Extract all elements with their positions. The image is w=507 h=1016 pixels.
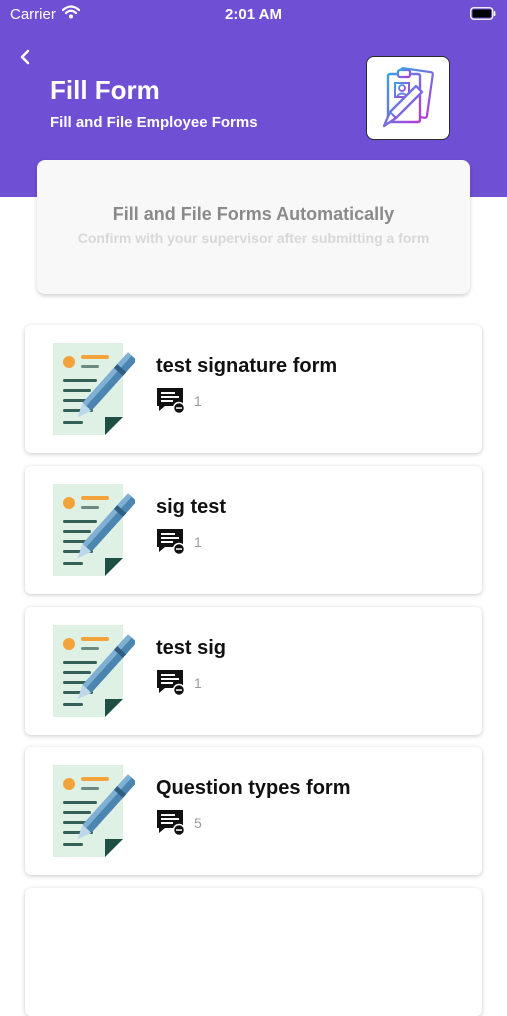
status-time: 2:01 AM (225, 6, 282, 23)
page-title: Fill Form (50, 75, 160, 105)
submission-count: 1 (194, 393, 202, 409)
info-card: Fill and File Forms Automatically Confir… (37, 160, 470, 294)
info-description: Confirm with your supervisor after submi… (77, 230, 430, 246)
battery-icon (470, 7, 496, 24)
submission-count: 1 (194, 675, 202, 691)
submission-count: 5 (194, 815, 202, 831)
form-card[interactable] (25, 888, 482, 1016)
form-card[interactable]: test sig 1 (25, 607, 482, 735)
form-name: test sig (156, 637, 227, 659)
form-card[interactable]: sig test 1 (25, 466, 482, 594)
form-card[interactable]: test signature form 1 (25, 325, 482, 453)
submissions-icon (157, 388, 186, 414)
submissions-icon (157, 670, 186, 696)
form-name: sig test (156, 496, 227, 518)
form-document-icon (53, 484, 135, 576)
submission-count: 1 (194, 534, 202, 550)
form-name: test signature form (156, 355, 338, 377)
form-document-icon (53, 625, 135, 717)
form-card[interactable]: Question types form 5 (25, 747, 482, 875)
submissions-icon (157, 529, 186, 555)
form-document-icon (53, 343, 135, 435)
status-bar: Carrier 2:01 AM (0, 0, 507, 30)
clipboard-form-icon (366, 56, 450, 140)
submissions-icon (157, 810, 186, 836)
page-subtitle: Fill and File Employee Forms (50, 114, 258, 131)
chevron-left-icon (20, 49, 30, 65)
info-title: Fill and File Forms Automatically (112, 204, 395, 224)
form-name: Question types form (156, 777, 351, 799)
form-document-icon (53, 765, 135, 857)
back-button[interactable] (12, 44, 38, 70)
